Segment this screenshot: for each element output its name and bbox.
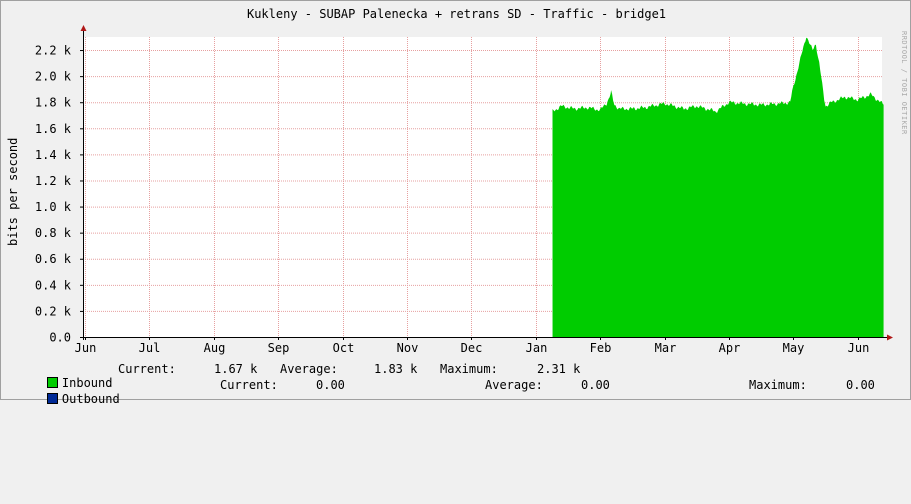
y-tick-label: 2.2 k bbox=[35, 44, 72, 58]
x-tick-label: Feb bbox=[590, 341, 612, 355]
outbound-maximum-label: Maximum: bbox=[749, 378, 807, 392]
inbound-current-label: Current: bbox=[118, 362, 176, 376]
outbound-average-value: 0.00 bbox=[581, 378, 610, 392]
outbound-maximum-value: 0.00 bbox=[846, 378, 875, 392]
x-tick-label: Nov bbox=[397, 341, 419, 355]
x-tick-label: Mar bbox=[655, 341, 677, 355]
y-tick-label: 2.0 k bbox=[35, 70, 72, 84]
y-tick-label: 1.8 k bbox=[35, 96, 72, 110]
graph-frame: Kukleny - SUBAP Palenecka + retrans SD -… bbox=[0, 0, 911, 406]
outbound-current-label: Current: bbox=[220, 378, 278, 392]
x-tick-label: Apr bbox=[719, 341, 741, 355]
traffic-chart: 0.0 0.2 k 0.4 k 0.6 k 0.8 k 1.0 k 1.2 k 1.4 k 1.… bbox=[35, 25, 893, 355]
x-tick-label: Aug bbox=[204, 341, 226, 355]
inbound-current-value: 1.67 k bbox=[214, 362, 258, 376]
y-axis-arrow bbox=[80, 25, 87, 31]
inbound-maximum-label: Maximum: bbox=[440, 362, 498, 376]
x-axis-arrow bbox=[887, 334, 893, 341]
y-tick-label: 1.2 k bbox=[35, 174, 72, 188]
x-tick-label: Jun bbox=[848, 341, 870, 355]
x-tick-label: Jan bbox=[526, 341, 548, 355]
y-tick-label: 1.4 k bbox=[35, 148, 72, 162]
outbound-label: Outbound bbox=[61, 392, 120, 406]
outbound-color-swatch bbox=[46, 393, 58, 404]
outbound-average-label: Average: bbox=[485, 378, 543, 392]
x-tick-label: Dec bbox=[461, 341, 483, 355]
legend-outbound: Outbound Current: 0.00 Average: 0.00 Max… bbox=[18, 378, 875, 504]
x-tick-label: Jul bbox=[139, 341, 161, 355]
x-tick-label: Oct bbox=[333, 341, 355, 355]
outbound-current-value: 0.00 bbox=[316, 378, 345, 392]
y-tick-label: 0.6 k bbox=[35, 252, 72, 266]
x-tick-label: May bbox=[783, 341, 805, 355]
x-tick-label: Sep bbox=[268, 341, 290, 355]
y-tick-label: 0.2 k bbox=[35, 304, 72, 318]
x-tick-label: Jun bbox=[75, 341, 97, 355]
inbound-average-value: 1.83 k bbox=[374, 362, 418, 376]
y-tick-label: 0.0 bbox=[49, 331, 71, 345]
y-tick-label: 0.4 k bbox=[35, 278, 72, 292]
y-tick-label: 1.0 k bbox=[35, 200, 72, 214]
inbound-maximum-value: 2.31 k bbox=[537, 362, 581, 376]
inbound-average-label: Average: bbox=[280, 362, 338, 376]
y-tick-label: 0.8 k bbox=[35, 226, 72, 240]
y-tick-label: 1.6 k bbox=[35, 122, 72, 136]
